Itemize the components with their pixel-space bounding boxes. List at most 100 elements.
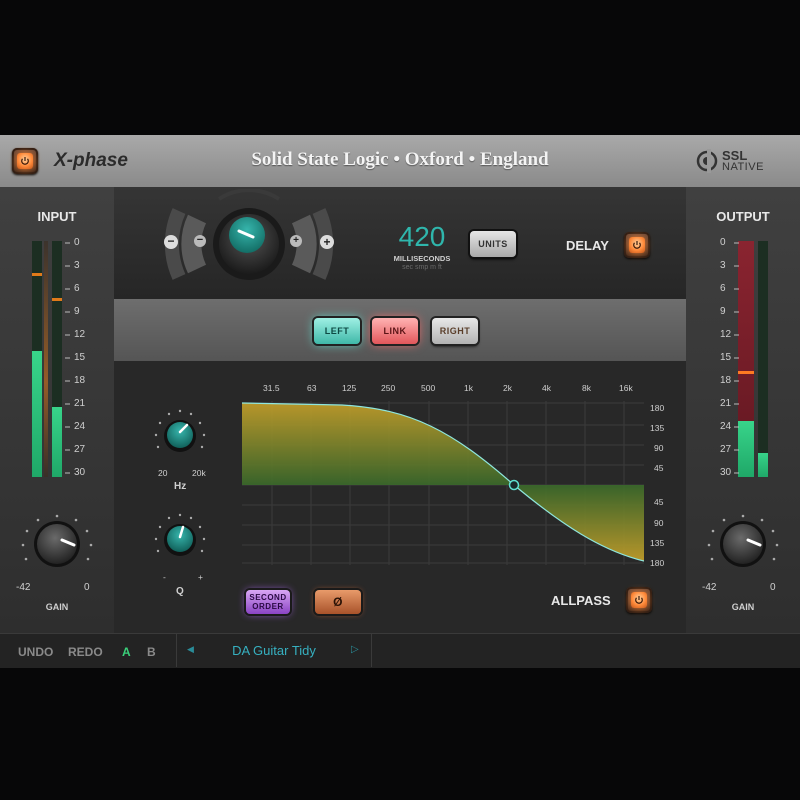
output-gain-max: 0 xyxy=(770,582,776,593)
freq-label: 31.5 xyxy=(263,383,280,393)
preset-prev-arrow[interactable]: ◀ xyxy=(187,644,194,655)
scale-6: 6 xyxy=(720,283,726,294)
preset-next-arrow[interactable]: ▷ xyxy=(351,644,359,655)
second-order-line2: ORDER xyxy=(252,602,284,611)
output-meter-scale: 0 3 6 9 12 15 18 21 24 27 30 xyxy=(710,237,740,482)
input-meter-right xyxy=(52,241,62,477)
phase-graph[interactable] xyxy=(242,401,644,565)
q-max-label: + xyxy=(198,572,203,582)
hz-label: Hz xyxy=(174,481,187,492)
freq-label: 16k xyxy=(619,383,633,393)
delay-unit-options: sec smp m ft xyxy=(402,264,442,271)
phase-label: 90 xyxy=(654,518,664,528)
output-title: OUTPUT xyxy=(716,209,770,224)
phase-label: 45 xyxy=(654,463,664,473)
scale-21: 21 xyxy=(74,398,86,409)
right-button[interactable]: RIGHT xyxy=(432,318,478,344)
scale-9: 9 xyxy=(74,306,80,317)
scale-24: 24 xyxy=(74,421,86,432)
scale-18: 18 xyxy=(720,375,732,386)
phase-label: 135 xyxy=(650,538,665,548)
input-gain-min: -42 xyxy=(16,582,31,593)
freq-label: 1k xyxy=(464,383,473,393)
preset-name[interactable]: DA Guitar Tidy xyxy=(207,643,341,658)
freq-label: 8k xyxy=(582,383,591,393)
header-bar: X-phase Solid State Logic • Oxford • Eng… xyxy=(0,135,800,187)
redo-button[interactable]: REDO xyxy=(68,645,103,659)
scale-0: 0 xyxy=(74,237,80,248)
scale-24: 24 xyxy=(720,421,732,432)
link-button[interactable]: LINK xyxy=(372,318,418,344)
ssl-logo-icon xyxy=(696,149,718,173)
phase-label: 90 xyxy=(654,443,664,453)
scale-12: 12 xyxy=(74,329,86,340)
phase-handle xyxy=(508,479,520,491)
output-gain-min: -42 xyxy=(702,582,717,593)
scale-15: 15 xyxy=(720,352,732,363)
input-meter-left-peak xyxy=(32,273,42,276)
delay-knob-assembly[interactable] xyxy=(159,189,339,297)
scale-27: 27 xyxy=(74,444,86,455)
output-gain-label: GAIN xyxy=(731,602,755,612)
hz-min-label: 20 xyxy=(158,468,168,478)
freq-label: 63 xyxy=(307,383,317,393)
input-panel: INPUT 0 3 6 9 12 15 18 21 24 27 30 -42 0… xyxy=(0,187,114,633)
q-knob[interactable] xyxy=(152,511,208,567)
scale-27: 27 xyxy=(720,444,732,455)
left-button[interactable]: LEFT xyxy=(314,318,360,344)
phase-fill-top xyxy=(242,403,514,485)
ab-b-button[interactable]: B xyxy=(147,645,156,659)
scale-15: 15 xyxy=(74,352,86,363)
delay-plus-fine-button[interactable]: + xyxy=(290,235,302,247)
output-gain-knob[interactable] xyxy=(700,507,786,577)
freq-label: 4k xyxy=(542,383,551,393)
delay-section: − − + + 420 MILLISECONDS sec smp m ft UN… xyxy=(114,187,686,299)
power-icon xyxy=(633,241,641,249)
logo-text-bottom: NATIVE xyxy=(722,161,764,173)
input-gain-knob[interactable] xyxy=(14,507,100,577)
input-meter-left xyxy=(32,241,42,477)
footer-bar: UNDO REDO A B ◀ DA Guitar Tidy ▷ xyxy=(0,633,800,668)
delay-unit: MILLISECONDS xyxy=(393,254,451,263)
input-meter-right-peak xyxy=(52,298,62,301)
input-meter-mid xyxy=(44,241,48,477)
phase-axis-right: 180 135 90 45 45 90 135 180 xyxy=(644,401,674,571)
second-order-line1: SECOND xyxy=(249,593,287,602)
freq-label: 500 xyxy=(421,383,436,393)
delay-plus-coarse-button[interactable]: + xyxy=(320,235,334,249)
q-label: Q xyxy=(176,586,184,597)
units-button[interactable]: UNITS xyxy=(470,231,516,257)
output-meter-right xyxy=(758,241,768,477)
delay-value: 420 xyxy=(398,221,446,252)
freq-label: 2k xyxy=(503,383,512,393)
phase-invert-button[interactable]: Ø xyxy=(315,590,361,614)
channel-strip: LEFT LINK RIGHT xyxy=(114,299,686,361)
scale-3: 3 xyxy=(720,260,726,271)
delay-minus-fine-button[interactable]: − xyxy=(194,235,206,247)
power-icon xyxy=(635,596,643,604)
freq-axis: 31.5 63 125 250 500 1k 2k 4k 8k 16k xyxy=(244,383,644,397)
scale-18: 18 xyxy=(74,375,86,386)
scale-30: 30 xyxy=(720,467,732,478)
allpass-label: ALLPASS xyxy=(551,593,611,608)
delay-minus-coarse-button[interactable]: − xyxy=(164,235,178,249)
hz-knob[interactable] xyxy=(152,407,208,463)
scale-30: 30 xyxy=(74,467,86,478)
scale-12: 12 xyxy=(720,329,732,340)
brand-line: Solid State Logic • Oxford • England xyxy=(251,149,549,170)
ab-a-button[interactable]: A xyxy=(122,645,131,659)
output-panel: OUTPUT 0 3 6 9 12 15 18 21 24 27 30 -42 … xyxy=(686,187,800,633)
input-meter-scale: 0 3 6 9 12 15 18 21 24 27 30 xyxy=(64,237,104,482)
phase-label: 45 xyxy=(654,497,664,507)
phase-label: 135 xyxy=(650,423,665,433)
input-gain-max: 0 xyxy=(84,582,90,593)
scale-3: 3 xyxy=(74,260,80,271)
allpass-power-button[interactable] xyxy=(626,587,652,613)
undo-button[interactable]: UNDO xyxy=(18,645,53,659)
freq-label: 250 xyxy=(381,383,396,393)
hz-max-label: 20k xyxy=(192,468,206,478)
second-order-button[interactable]: SECOND ORDER xyxy=(246,590,290,614)
delay-power-button[interactable] xyxy=(624,232,650,258)
phase-label: 180 xyxy=(650,403,665,413)
phase-label: 180 xyxy=(650,558,665,568)
